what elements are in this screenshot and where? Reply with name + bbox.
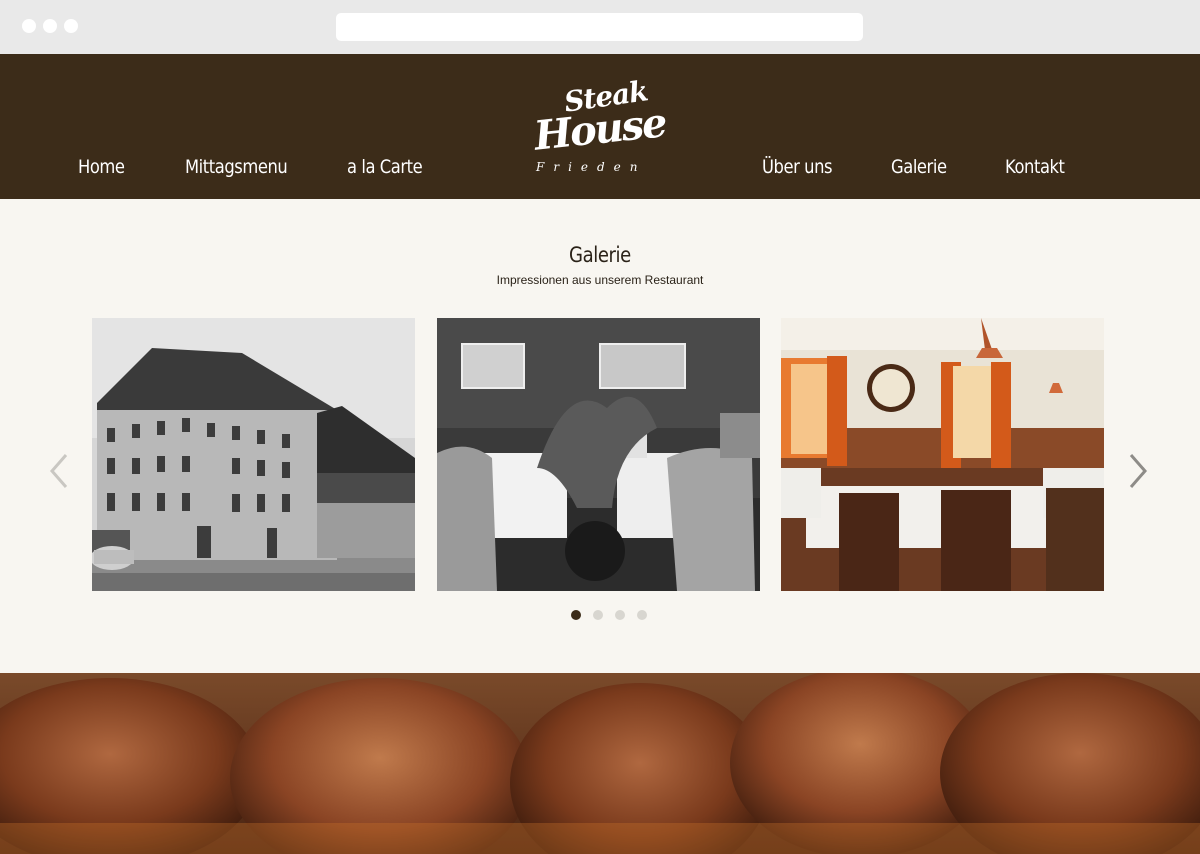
steak-banner-image [0,673,1200,854]
carousel-dot-2[interactable] [593,610,603,620]
carousel-dot-1[interactable] [571,610,581,620]
carousel-prev-arrow-icon[interactable] [48,451,70,491]
nav-home[interactable]: Home [78,156,125,178]
nav-galerie[interactable]: Galerie [891,156,947,178]
gallery-section: Galerie Impressionen aus unserem Restaur… [0,199,1200,673]
site-header: Home Mittagsmenu a la Carte Steak House … [0,54,1200,199]
nav-kontakt[interactable]: Kontakt [1005,156,1065,178]
steakhouse-logo[interactable]: Steak House Frieden [528,74,668,180]
gallery-title: Galerie [0,243,1200,267]
nav-ueber-uns[interactable]: Über uns [762,156,833,178]
gallery-subtitle: Impressionen aus unserem Restaurant [496,273,704,287]
logo-line-house: House [531,99,668,160]
gallery-title-text: Galerie [569,243,631,267]
address-bar[interactable] [336,13,863,41]
carousel-next-arrow-icon[interactable] [1127,451,1149,491]
logo-line-frieden: Frieden [536,160,647,174]
carousel-dot-4[interactable] [637,610,647,620]
window-close-dot[interactable] [22,19,36,33]
nav-mittagsmenu[interactable]: Mittagsmenu [185,156,288,178]
browser-chrome [0,0,1200,54]
carousel-dot-3[interactable] [615,610,625,620]
gallery-photo-building[interactable] [92,318,415,591]
window-minimize-dot[interactable] [43,19,57,33]
gallery-photo-interior[interactable] [781,318,1104,591]
nav-a-la-carte[interactable]: a la Carte [347,156,423,178]
window-maximize-dot[interactable] [64,19,78,33]
gallery-photo-dining-room[interactable] [437,318,760,591]
